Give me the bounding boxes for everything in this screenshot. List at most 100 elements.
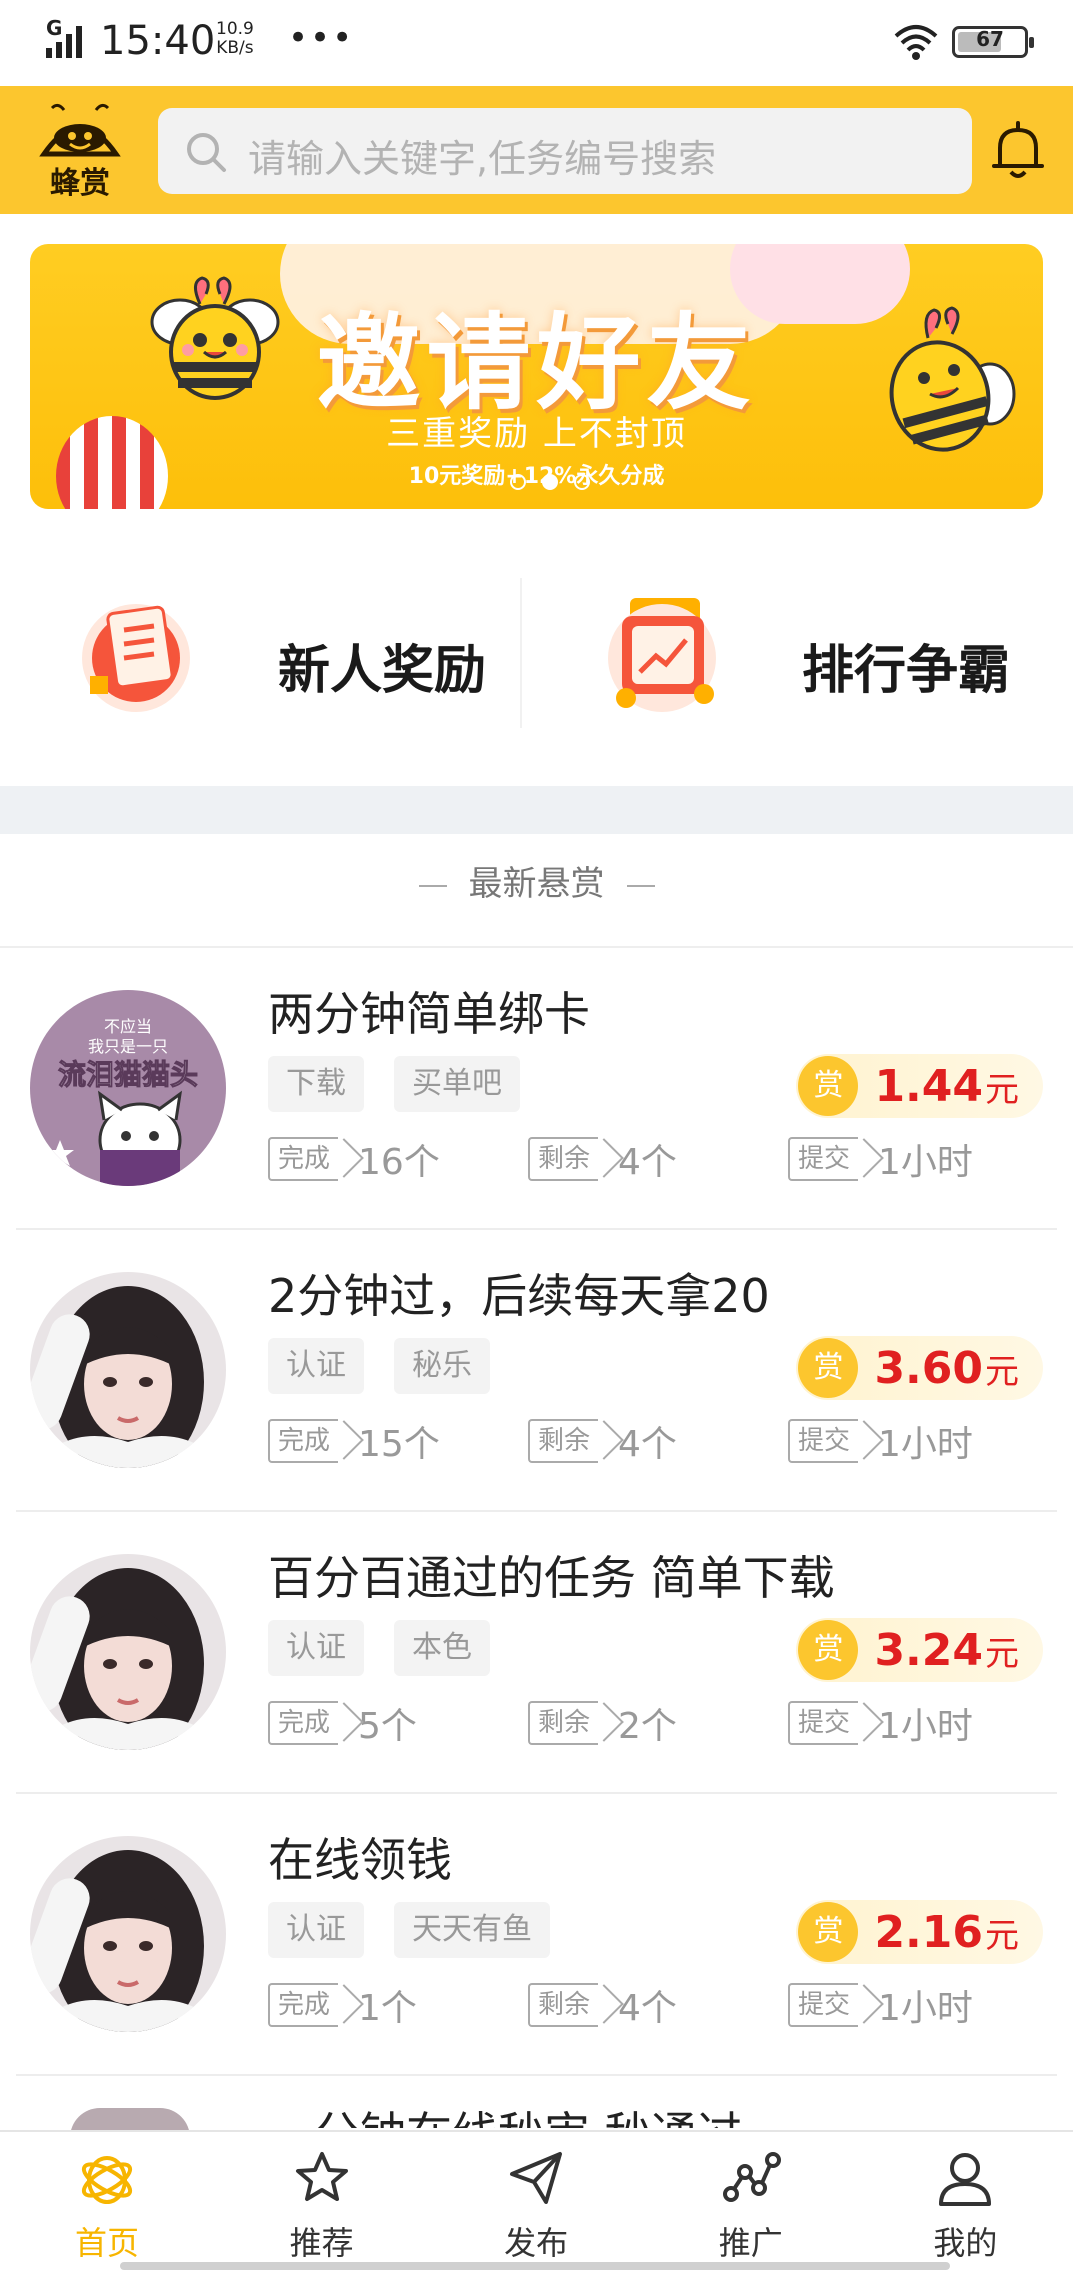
completed-count: 完成 16个 xyxy=(268,1134,440,1184)
tag-arrow xyxy=(598,1419,612,1463)
user-avatar-image xyxy=(30,1272,226,1468)
reward-amount: 2.16 xyxy=(874,1906,983,1958)
reward-amount: 3.24 xyxy=(874,1624,983,1676)
pagination-dot[interactable] xyxy=(542,474,558,490)
nav-label: 首页 xyxy=(74,2224,139,2262)
banner-pagination[interactable] xyxy=(510,474,606,494)
reward-icon: 赏 xyxy=(798,1338,859,1398)
reward-badge: 赏 3.24 元 xyxy=(796,1618,1043,1682)
reward-badge: 赏 1.44 元 xyxy=(796,1054,1043,1118)
title-dash xyxy=(418,884,447,887)
stat-value: 4个 xyxy=(618,1988,677,2029)
reward-unit: 元 xyxy=(985,1069,1019,1110)
stat-value: 2个 xyxy=(618,1706,677,1747)
task-tag: 认证 xyxy=(268,1902,364,1958)
quick-actions: 新人奖励 排行争霸 xyxy=(0,548,1073,758)
ranking-button[interactable]: 排行争霸 xyxy=(522,548,1073,758)
pagination-dot[interactable] xyxy=(510,474,526,490)
submit-time: 提交 1小时 xyxy=(788,1134,973,1184)
task-title[interactable]: 一分钟在线秒审 秒通过 xyxy=(268,2098,743,2128)
reward-badge: 赏 3.60 元 xyxy=(796,1336,1043,1400)
avatar-caption: 我只是一只 xyxy=(88,1037,168,1056)
section-gap xyxy=(0,786,1073,834)
cat-meme-avatar-image: 不应当我只是一只流泪猫猫头 xyxy=(30,990,226,1186)
remaining-count: 剩余 2个 xyxy=(528,1698,677,1748)
pagination-dot[interactable] xyxy=(574,474,590,490)
stat-value: 1小时 xyxy=(878,1424,973,1465)
submit-time: 提交 1小时 xyxy=(788,1980,973,2030)
reward-amount: 3.60 xyxy=(874,1342,983,1394)
app-logo[interactable]: 蜂赏 xyxy=(34,102,126,202)
remaining-count: 剩余 4个 xyxy=(528,1134,677,1184)
reward-unit: 元 xyxy=(985,1915,1019,1956)
invite-banner[interactable]: 邀请好友 三重奖励 上不封顶 10元奖励+12%永久分成 xyxy=(30,244,1043,509)
search-bar[interactable]: 请输入关键字,任务编号搜索 xyxy=(158,108,972,194)
task-tag: 买单吧 xyxy=(394,1056,520,1112)
nav-home[interactable]: 首页 xyxy=(0,2132,214,2273)
signal-icon xyxy=(46,26,82,58)
wifi-icon xyxy=(894,25,938,60)
user-avatar-image xyxy=(30,1836,226,2032)
avatar-caption: 流泪猫猫头 xyxy=(58,1058,198,1091)
task-tag: 认证 xyxy=(268,1338,364,1394)
bell-icon[interactable] xyxy=(990,120,1046,182)
battery-level: 67 xyxy=(976,27,1004,51)
speed-value: 10.9 xyxy=(216,19,254,39)
nav-promote[interactable]: 推广 xyxy=(644,2132,858,2273)
reward-unit: 元 xyxy=(985,1633,1019,1674)
stat-value: 1小时 xyxy=(878,1988,973,2029)
tag-arrow xyxy=(338,1137,352,1181)
avatar xyxy=(30,1836,226,2032)
user-avatar-image xyxy=(30,1554,226,1750)
stat-value: 16个 xyxy=(358,1142,440,1183)
nav-mine[interactable]: 我的 xyxy=(858,2132,1072,2273)
stat-value: 4个 xyxy=(618,1424,677,1465)
reward-amount: 1.44 xyxy=(874,1060,983,1112)
avatar-caption: 不应当 xyxy=(104,1017,152,1036)
home-indicator xyxy=(120,2262,950,2270)
send-icon xyxy=(510,2152,563,2204)
tag-arrow xyxy=(598,1137,612,1181)
tag-arrow xyxy=(598,1701,612,1745)
tag-arrow xyxy=(858,1983,872,2027)
stat-value: 5个 xyxy=(358,1706,417,1747)
tag-arrow xyxy=(338,1983,352,2027)
stat-value: 1小时 xyxy=(878,1706,973,1747)
search-placeholder: 请输入关键字,任务编号搜索 xyxy=(248,137,717,181)
task-title: 两分钟简单绑卡 xyxy=(268,987,590,1041)
completed-count: 完成 5个 xyxy=(268,1698,417,1748)
task-tag: 下载 xyxy=(268,1056,364,1112)
task-card[interactable]: 在线领钱 认证 天天有鱼 赏 2.16 元完成 1个 剩余 4个 提交 1小时 xyxy=(0,1794,1073,2076)
task-tag: 本色 xyxy=(394,1620,490,1676)
section-title-text: 最新悬赏 xyxy=(468,864,605,904)
search-icon xyxy=(187,133,226,172)
avatar xyxy=(30,1554,226,1750)
star-icon xyxy=(295,2152,348,2201)
new-user-reward-button[interactable]: 新人奖励 xyxy=(0,548,520,758)
bottom-navigation: 首页 推荐 发布 推广 我的 xyxy=(0,2130,1073,2273)
nav-label: 我的 xyxy=(933,2224,998,2262)
avatar: 不应当 我只是一只流泪猫猫头 xyxy=(30,990,226,1186)
task-card[interactable]: 2分钟过，后续每天拿20 认证 秘乐 赏 3.60 元完成 15个 剩余 4个 提交 1小时 xyxy=(0,1230,1073,1512)
tag-arrow xyxy=(338,1701,352,1745)
nav-recommend[interactable]: 推荐 xyxy=(215,2132,429,2273)
task-title: 在线领钱 xyxy=(268,1833,452,1887)
tag-arrow xyxy=(858,1701,872,1745)
tag-arrow xyxy=(858,1419,872,1463)
divider xyxy=(16,2074,1057,2076)
task-title: 百分百通过的任务 简单下载 xyxy=(268,1551,835,1605)
submit-time: 提交 1小时 xyxy=(788,1698,973,1748)
task-card[interactable]: 不应当 我只是一只 流泪猫猫头 两分钟简单绑卡 下载 买单吧赏 1.44 元完成 16个 剩余 4个… xyxy=(0,948,1073,1230)
clock: 15:40 xyxy=(100,18,216,64)
logo-text: 蜂赏 xyxy=(50,166,110,201)
stat-value: 15个 xyxy=(358,1424,440,1465)
task-title: 2分钟过，后续每天拿20 xyxy=(268,1269,770,1323)
reward-icon: 赏 xyxy=(798,1902,859,1962)
banner-subtitle: 三重奖励 上不封顶 xyxy=(386,414,687,454)
task-tag: 天天有鱼 xyxy=(394,1902,550,1958)
stat-value: 1个 xyxy=(358,1988,417,2029)
task-card[interactable]: 百分百通过的任务 简单下载 认证 本色 赏 3.24 元完成 5个 剩余 2个 提交 1小时 xyxy=(0,1512,1073,1794)
nav-publish[interactable]: 发布 xyxy=(429,2132,643,2273)
user-icon xyxy=(939,2153,992,2206)
new-user-reward-label: 新人奖励 xyxy=(278,641,487,701)
